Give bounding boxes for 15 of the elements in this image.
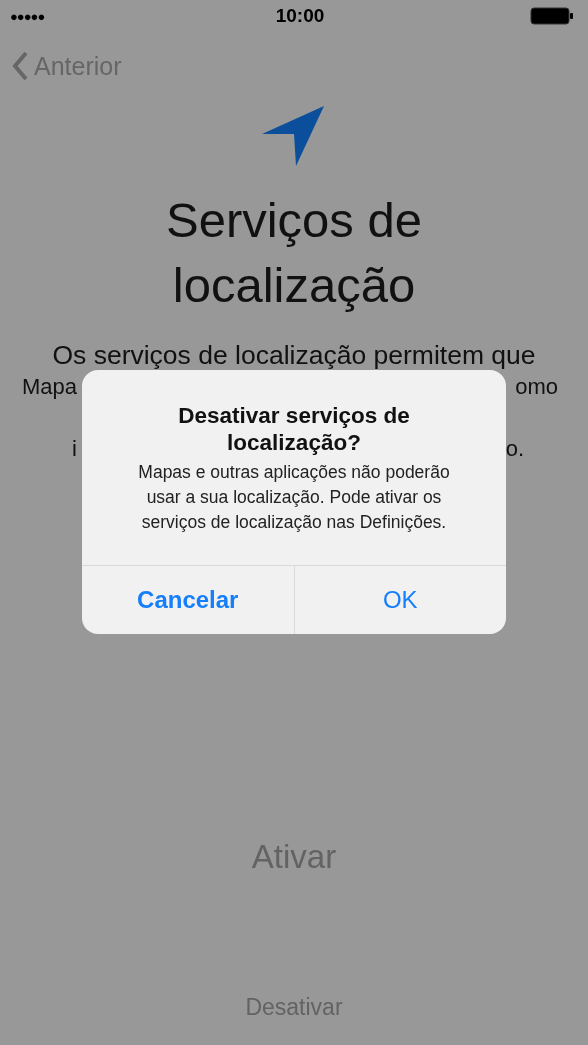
signal-strength-icon: ●●●●● xyxy=(10,8,70,24)
cancel-button[interactable]: Cancelar xyxy=(82,566,294,634)
description-text: o. xyxy=(505,435,524,463)
location-arrow-icon xyxy=(262,104,326,168)
description-text: Os serviços de localização permitem que xyxy=(52,340,536,371)
ok-button[interactable]: OK xyxy=(293,566,506,634)
status-time: 10:00 xyxy=(275,5,325,27)
page-title: Serviços de localização xyxy=(165,192,423,314)
description-text: i xyxy=(72,435,77,463)
description-text: omo xyxy=(515,373,558,401)
dialog-message: Mapas e outras aplicações não poderão usar a sua localização. Pode ativar os serviços de localização nas Definições. xyxy=(137,461,451,534)
battery-icon xyxy=(530,7,574,25)
dialog-title: Desativar serviços de localização? xyxy=(177,402,411,456)
chevron-left-icon xyxy=(12,51,28,81)
description-text: Mapa xyxy=(22,373,78,401)
